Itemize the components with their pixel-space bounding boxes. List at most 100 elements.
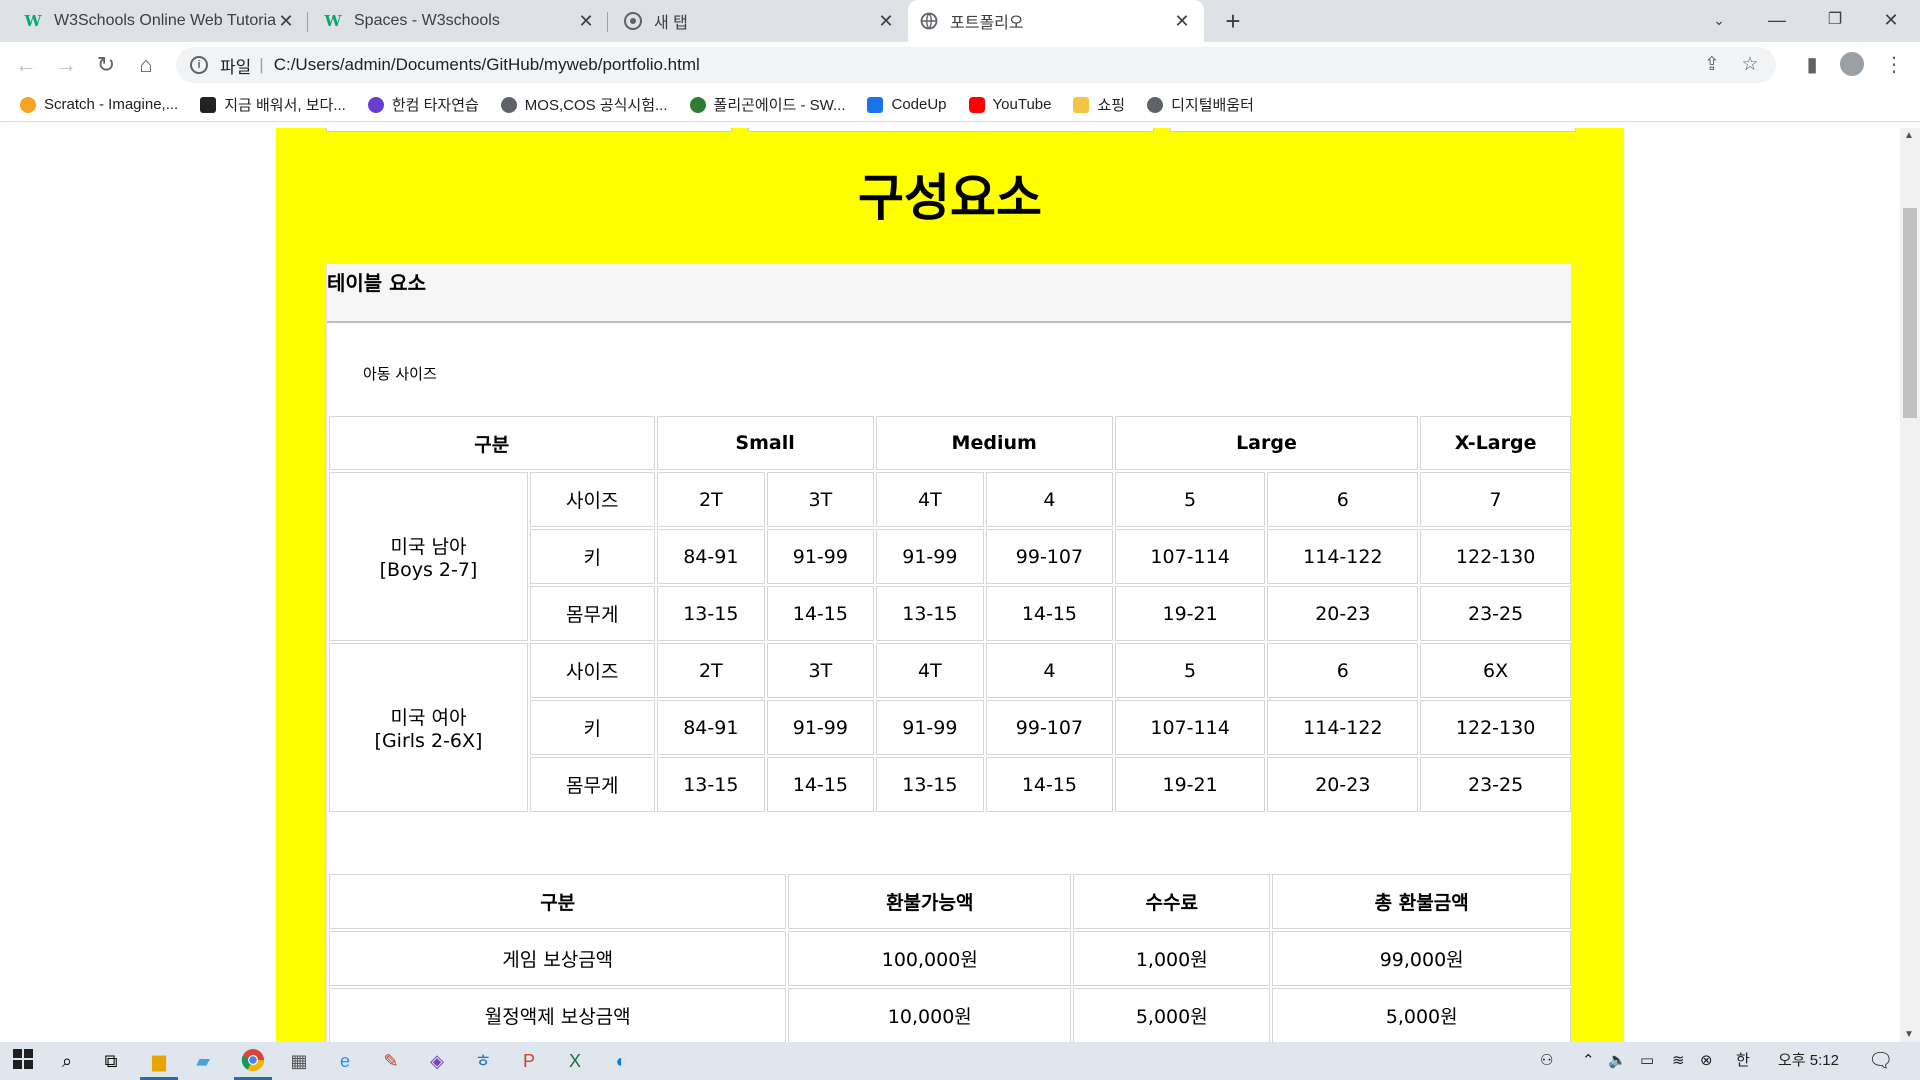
bookmark-codeup[interactable]: CodeUp bbox=[867, 96, 947, 113]
address-bar[interactable]: i 파일 | C:/Users/admin/Documents/GitHub/m… bbox=[176, 47, 1776, 83]
tab-title: Spaces - W3schools bbox=[354, 12, 500, 29]
table-cell: 4T bbox=[875, 643, 985, 698]
table-header-row: 구분 Small Medium Large X-Large bbox=[329, 416, 1571, 470]
table-panel: 테이블 요소 아동 사이즈 구분 Small Medium Large X-La… bbox=[326, 263, 1572, 1042]
bookmark-youtube[interactable]: YouTube bbox=[968, 96, 1051, 113]
header-cell: X-Large bbox=[1420, 416, 1571, 470]
home-button[interactable]: ⌂ bbox=[130, 49, 162, 81]
ime-indicator[interactable]: 한 bbox=[1736, 1042, 1750, 1080]
file-explorer-icon[interactable]: ▆ bbox=[140, 1048, 178, 1080]
globe-icon bbox=[500, 96, 517, 113]
tab-portfolio[interactable]: 포트폴리오 ✕ bbox=[908, 0, 1204, 42]
bookmark-mos-cos[interactable]: MOS,COS 공식시험... bbox=[500, 94, 668, 115]
tab-w3schools[interactable]: W W3Schools Online Web Tutorials ✕ bbox=[12, 0, 308, 42]
table-cell: 107-114 bbox=[1114, 700, 1266, 755]
tab-new-tab[interactable]: 새 탭 ✕ bbox=[612, 0, 908, 42]
table-row: 미국 남아 [Boys 2-7] 사이즈 2T 3T 4T 4 5 6 7 bbox=[329, 472, 1571, 641]
scrollbar-thumb[interactable] bbox=[1903, 208, 1917, 418]
hancom-icon bbox=[367, 96, 384, 113]
volume-icon[interactable]: 🔈 bbox=[1608, 1042, 1627, 1080]
scroll-down-arrow-icon[interactable]: ▼ bbox=[1904, 1029, 1914, 1040]
bookmark-label: 디지털배움터 bbox=[1171, 97, 1254, 114]
tray-expand-icon[interactable]: ⌃ bbox=[1582, 1042, 1595, 1080]
qr-icon bbox=[200, 96, 217, 113]
table-header-row: 구분 환불가능액 수수료 총 환불금액 bbox=[329, 874, 1571, 929]
people-icon[interactable]: ⚇ bbox=[1540, 1042, 1553, 1080]
table-cell: 6X bbox=[1420, 643, 1571, 698]
notepad-icon[interactable]: ▰ bbox=[190, 1048, 216, 1074]
share-icon[interactable]: ⇪ bbox=[1700, 53, 1724, 77]
table-cell: 114-122 bbox=[1267, 529, 1419, 584]
back-button[interactable]: ← bbox=[10, 49, 42, 81]
table-cell: 2T bbox=[656, 472, 766, 527]
notifications-icon[interactable]: 🗨 bbox=[1868, 1042, 1893, 1080]
table-cell: 5 bbox=[1114, 643, 1266, 698]
reload-button[interactable]: ↻ bbox=[90, 49, 122, 81]
edge-icon[interactable]: ◐ bbox=[608, 1048, 634, 1074]
table-cell: 5,000원 bbox=[1073, 988, 1271, 1042]
search-icon[interactable]: ⌕ bbox=[54, 1048, 80, 1074]
table-cell: 91-99 bbox=[767, 700, 874, 755]
tab-search-icon[interactable]: ⌄ bbox=[1690, 0, 1748, 42]
chrome-icon[interactable] bbox=[234, 1048, 272, 1080]
internet-explorer-icon[interactable]: e bbox=[332, 1048, 358, 1074]
tab-title: 포트폴리오 bbox=[950, 15, 1024, 32]
windows-start-icon[interactable] bbox=[10, 1048, 36, 1074]
table-cell: 20-23 bbox=[1267, 757, 1419, 812]
network-icon[interactable]: ≋ bbox=[1672, 1042, 1685, 1080]
side-panel-icon[interactable]: ▮ bbox=[1796, 49, 1828, 81]
forward-button[interactable]: → bbox=[50, 49, 82, 81]
bookmark-scratch[interactable]: Scratch - Imagine,... bbox=[20, 96, 178, 113]
no-connection-icon[interactable]: ⊗ bbox=[1700, 1042, 1713, 1080]
paint-icon[interactable]: ✎ bbox=[378, 1048, 404, 1074]
table-cell: 107-114 bbox=[1114, 529, 1266, 584]
table-cell: 91-99 bbox=[875, 700, 985, 755]
page-scrollbar[interactable]: ▲ ▼ bbox=[1900, 128, 1920, 1042]
table-cell: 100,000원 bbox=[788, 931, 1072, 986]
chrome-icon bbox=[624, 12, 642, 30]
bookmark-star-icon[interactable]: ☆ bbox=[1738, 53, 1762, 77]
menu-icon[interactable]: ⋮ bbox=[1878, 49, 1910, 81]
group-subname: [Boys 2-7] bbox=[379, 559, 478, 581]
minimize-button[interactable]: — bbox=[1748, 0, 1806, 42]
clock[interactable]: 오후 5:12 bbox=[1778, 1042, 1839, 1080]
close-icon[interactable]: ✕ bbox=[576, 11, 596, 32]
excel-icon[interactable]: X bbox=[562, 1048, 588, 1074]
table-cell: 1,000원 bbox=[1073, 931, 1271, 986]
card-bottom-edge bbox=[326, 128, 732, 132]
row-label-cell: 몸무게 bbox=[529, 586, 655, 641]
bookmark-label: MOS,COS 공식시험... bbox=[524, 97, 668, 114]
window-close-button[interactable]: ✕ bbox=[1862, 0, 1920, 42]
group-label-cell: 미국 남아 [Boys 2-7] bbox=[329, 472, 528, 641]
task-view-icon[interactable]: ⧉ bbox=[98, 1048, 124, 1074]
close-icon[interactable]: ✕ bbox=[1172, 11, 1192, 32]
calculator-icon[interactable]: ▦ bbox=[286, 1048, 312, 1074]
table-caption: 아동 사이즈 bbox=[363, 365, 437, 383]
bookmark-jigeum[interactable]: 지금 배워서, 보다... bbox=[200, 94, 346, 115]
table-cell: 3T bbox=[767, 472, 874, 527]
table-cell: 91-99 bbox=[875, 529, 985, 584]
info-icon[interactable]: i bbox=[190, 56, 208, 74]
close-icon[interactable]: ✕ bbox=[876, 11, 896, 32]
hangul-icon[interactable]: ㅎ bbox=[470, 1048, 496, 1074]
table-cell: 99,000원 bbox=[1272, 931, 1571, 986]
battery-icon[interactable]: ▭ bbox=[1640, 1042, 1654, 1080]
restore-button[interactable]: ❐ bbox=[1806, 0, 1864, 42]
powerpoint-icon[interactable]: P bbox=[516, 1048, 542, 1074]
refund-table: 구분 환불가능액 수수료 총 환불금액 게임 보상금액 100,000원 1,0… bbox=[327, 872, 1573, 1042]
profile-avatar[interactable] bbox=[1840, 52, 1864, 76]
bookmark-digital[interactable]: 디지털배움터 bbox=[1147, 94, 1254, 115]
table-cell: 84-91 bbox=[656, 700, 766, 755]
bookmark-polygon[interactable]: 폴리곤에이드 - SW... bbox=[689, 94, 845, 115]
url-text[interactable]: C:/Users/admin/Documents/GitHub/myweb/po… bbox=[274, 55, 700, 75]
scroll-up-arrow-icon[interactable]: ▲ bbox=[1904, 130, 1914, 141]
tab-spaces[interactable]: W Spaces - W3schools ✕ bbox=[312, 0, 608, 42]
url-divider: | bbox=[259, 55, 264, 74]
new-tab-button[interactable]: + bbox=[1218, 6, 1248, 36]
close-icon[interactable]: ✕ bbox=[276, 11, 296, 32]
globe-icon bbox=[920, 12, 938, 30]
row-label-cell: 키 bbox=[529, 700, 655, 755]
bookmark-hancom[interactable]: 한컴 타자연습 bbox=[367, 94, 479, 115]
visual-studio-icon[interactable]: ◈ bbox=[424, 1048, 450, 1074]
bookmark-folder-shopping[interactable]: 쇼핑 bbox=[1073, 94, 1125, 115]
